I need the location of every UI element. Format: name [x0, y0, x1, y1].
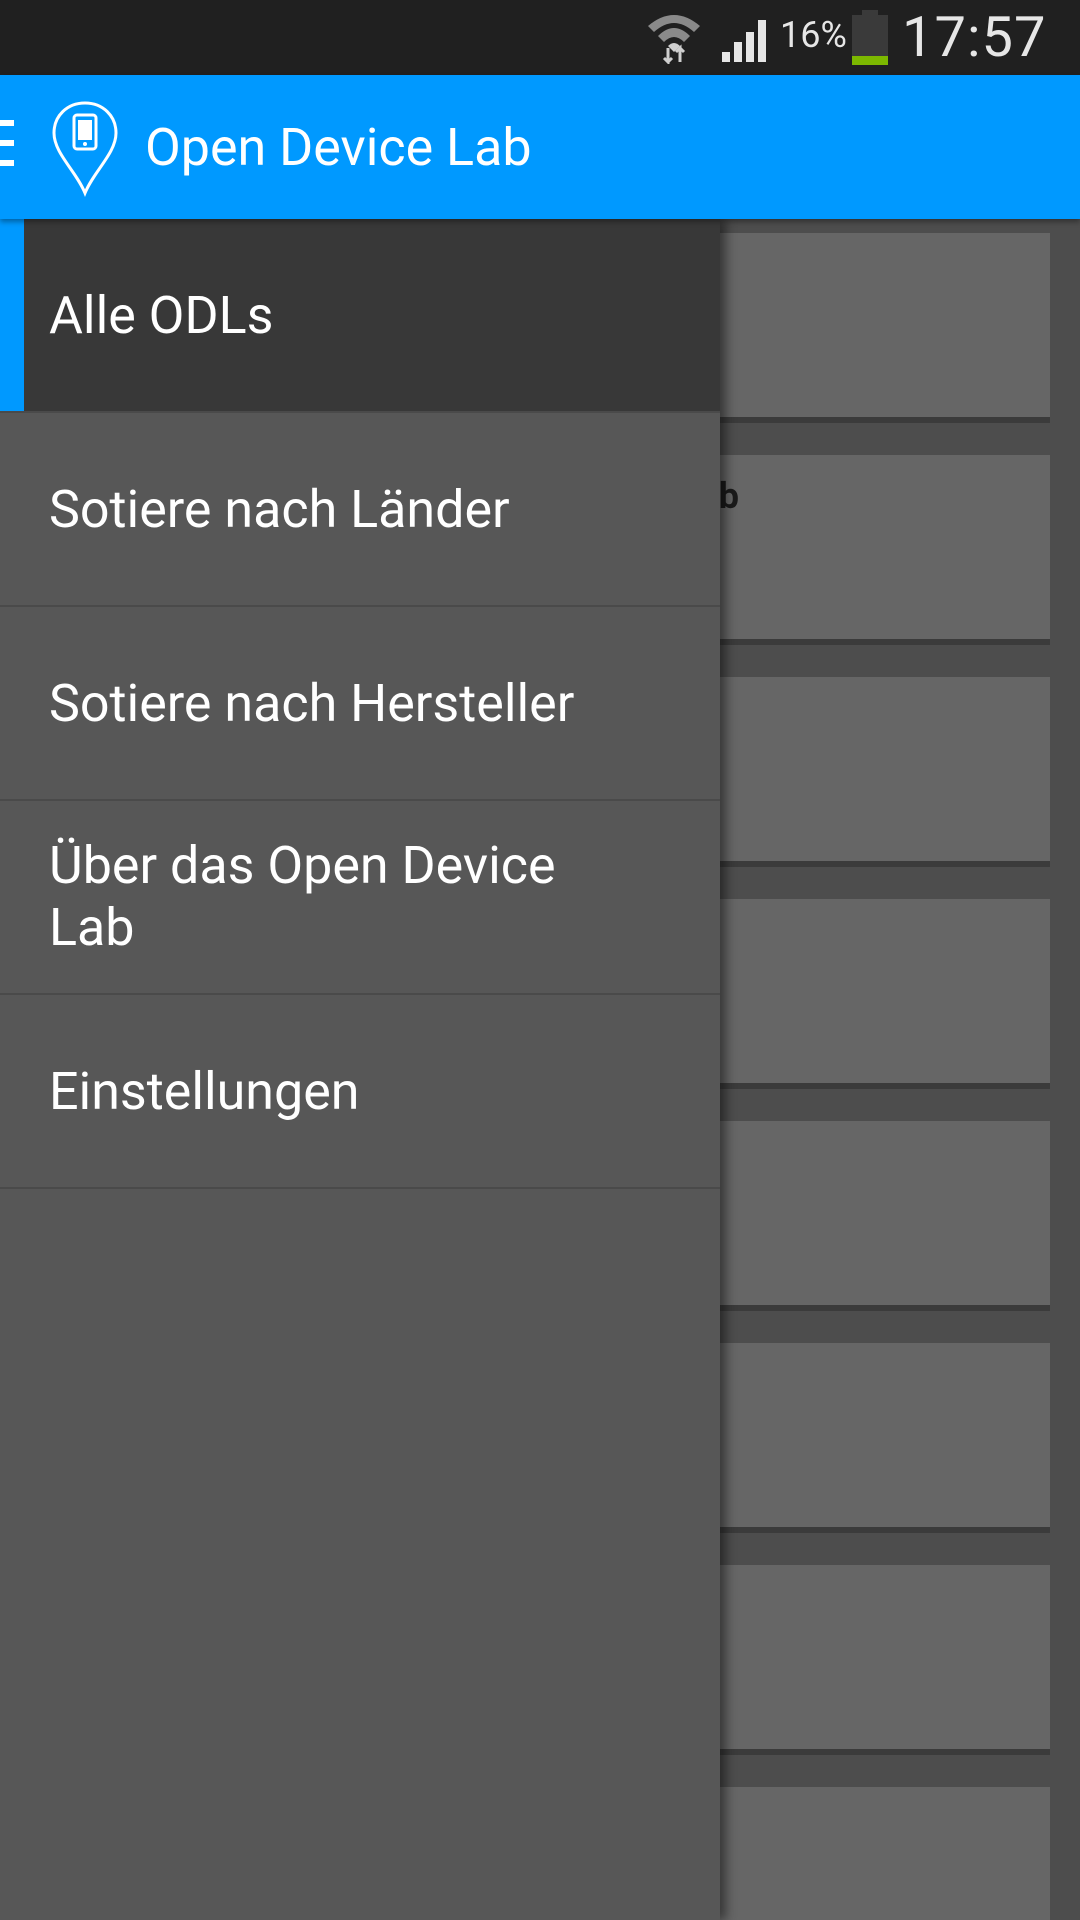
battery-icon — [852, 10, 888, 65]
app-title: Open Device Lab — [145, 117, 532, 178]
drawer-item-label: Sotiere nach Länder — [49, 479, 510, 540]
navigation-drawer: Alle ODLs Sotiere nach Länder Sotiere na… — [0, 219, 720, 1920]
drawer-item-sort-by-country[interactable]: Sotiere nach Länder — [0, 413, 720, 607]
drawer-item-label: Über das Open Device Lab — [49, 835, 556, 958]
drawer-item-label: Alle ODLs — [49, 285, 274, 346]
menu-icon[interactable] — [0, 120, 16, 174]
selected-indicator — [0, 219, 24, 411]
status-bar: 16% 17:57 — [0, 0, 1080, 75]
drawer-item-alle-odls[interactable]: Alle ODLs — [0, 219, 720, 413]
drawer-item-label: Sotiere nach Hersteller — [49, 673, 575, 734]
wifi-icon — [648, 15, 700, 64]
drawer-item-sort-by-manufacturer[interactable]: Sotiere nach Hersteller — [0, 607, 720, 801]
battery-percent: 16% — [780, 14, 847, 56]
clock: 17:57 — [902, 4, 1047, 70]
drawer-item-about[interactable]: Über das Open Device Lab — [0, 801, 720, 995]
signal-icon — [722, 20, 766, 62]
drawer-item-settings[interactable]: Einstellungen — [0, 995, 720, 1189]
drawer-item-label: Einstellungen — [49, 1061, 360, 1122]
location-pin-phone-icon[interactable] — [50, 99, 120, 197]
app-bar: Open Device Lab — [0, 75, 1080, 219]
